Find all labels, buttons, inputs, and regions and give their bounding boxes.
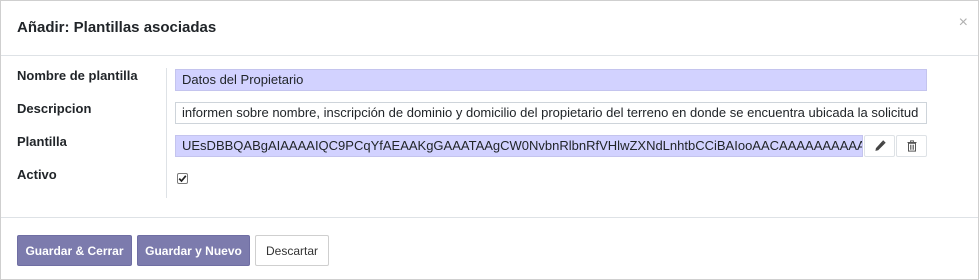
delete-button[interactable] <box>896 135 927 157</box>
nombre-label: Nombre de plantilla <box>17 68 138 83</box>
label-divider <box>166 68 167 198</box>
dialog-footer: Guardar & Cerrar Guardar y Nuevo Descart… <box>1 217 978 280</box>
save-close-button[interactable]: Guardar & Cerrar <box>17 235 132 266</box>
trash-icon <box>907 140 916 152</box>
activo-checkbox[interactable] <box>177 173 188 184</box>
edit-button[interactable] <box>864 135 895 157</box>
dialog-header: Añadir: Plantillas asociadas × <box>1 1 978 56</box>
plantilla-label: Plantilla <box>17 134 67 149</box>
descripcion-field[interactable]: informen sobre nombre, inscripción de do… <box>175 102 927 124</box>
descripcion-label: Descripcion <box>17 101 92 116</box>
activo-label: Activo <box>17 167 57 182</box>
nombre-field[interactable]: Datos del Propietario <box>175 69 927 91</box>
checkmark-icon <box>178 175 187 183</box>
close-icon[interactable]: × <box>959 15 968 31</box>
dialog-body: Nombre de plantilla Descripcion Plantill… <box>1 56 978 217</box>
dialog: Añadir: Plantillas asociadas × Nombre de… <box>0 0 979 280</box>
pencil-icon <box>874 140 886 151</box>
save-new-button[interactable]: Guardar y Nuevo <box>137 235 250 266</box>
dialog-title: Añadir: Plantillas asociadas <box>17 19 217 36</box>
plantilla-field[interactable]: UEsDBBQABgAIAAAAIQC9PCqYfAEAAKgGAAATAAgC… <box>175 135 863 157</box>
discard-button[interactable]: Descartar <box>255 235 329 266</box>
